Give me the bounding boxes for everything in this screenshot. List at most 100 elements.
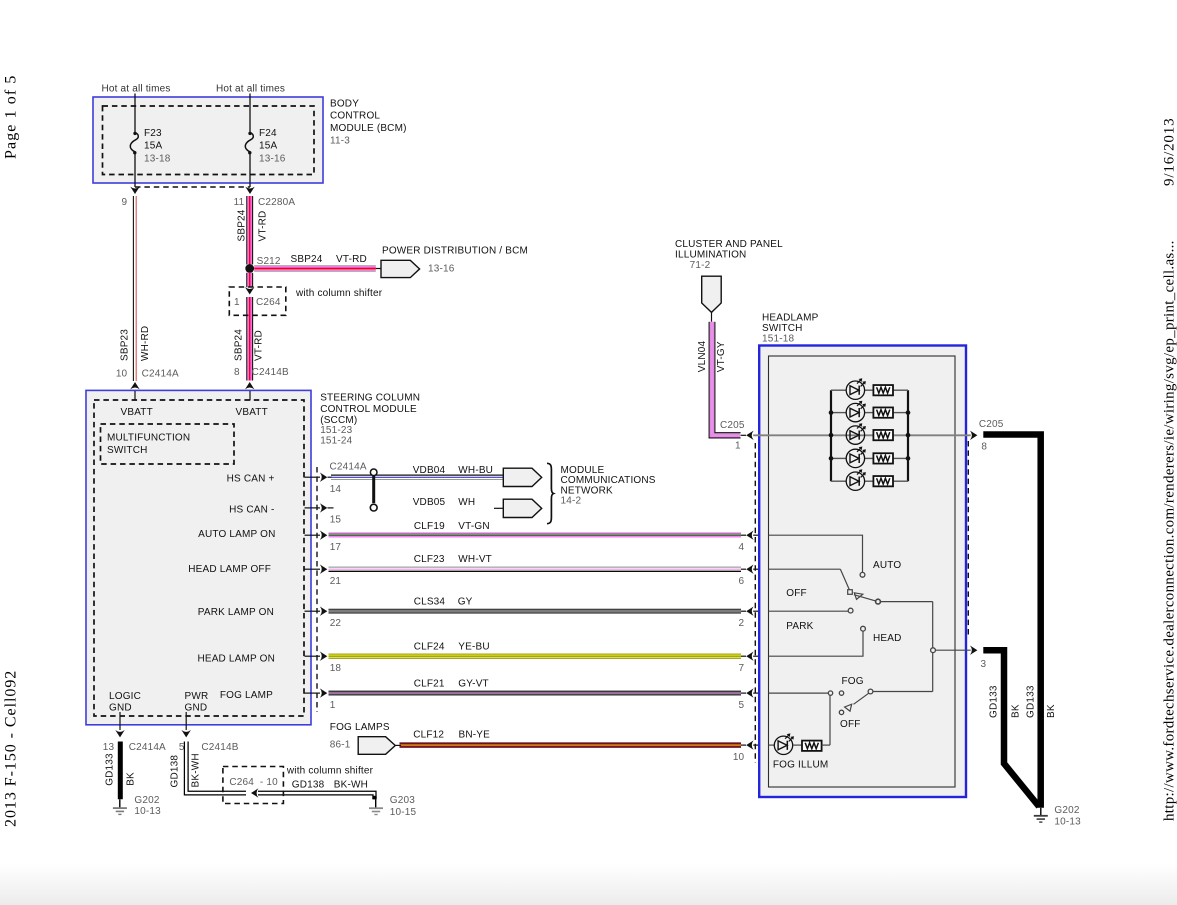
svg-text:151-18: 151-18 [762,334,794,345]
svg-text:BK: BK [1011,704,1022,718]
svg-text:10: 10 [116,368,128,379]
svg-text:VT-RD: VT-RD [336,254,367,265]
svg-text:LOGIC: LOGIC [109,691,141,702]
svg-text:GD138: GD138 [292,779,325,790]
svg-text:VT-RD: VT-RD [254,330,265,361]
svg-text:9: 9 [122,197,128,208]
svg-text:GND: GND [109,702,132,713]
svg-text:HEAD: HEAD [873,633,902,644]
svg-text:2013 F-150 - Cell092: 2013 F-150 - Cell092 [3,670,20,827]
svg-text:5: 5 [739,700,745,711]
svg-text:BN-YE: BN-YE [459,730,491,741]
svg-text:F24: F24 [259,128,277,139]
svg-text:CONTROL: CONTROL [330,111,380,122]
svg-text:86-1: 86-1 [330,740,351,751]
svg-text:YE-BU: YE-BU [458,642,489,653]
svg-text:GD138: GD138 [170,755,181,788]
svg-text:FOG LAMPS: FOG LAMPS [330,722,390,733]
svg-text:C264: C264 [256,297,281,308]
svg-text:14-2: 14-2 [561,496,582,507]
svg-text:OFF: OFF [840,719,861,730]
svg-text:G203: G203 [390,795,415,806]
svg-text:BK: BK [126,772,137,786]
svg-text:FOG: FOG [842,676,864,687]
svg-text:1: 1 [735,441,741,452]
svg-text:HEAD LAMP OFF: HEAD LAMP OFF [188,564,271,575]
svg-text:1: 1 [234,297,240,308]
svg-text:10-15: 10-15 [390,807,417,818]
svg-text:STEERING COLUMN: STEERING COLUMN [320,392,420,403]
svg-text:S212: S212 [257,256,281,267]
svg-text:HS CAN +: HS CAN + [227,474,275,485]
svg-text:AUTO LAMP ON: AUTO LAMP ON [198,529,275,540]
svg-text:VT-GN: VT-GN [458,521,489,532]
svg-text:Page 1 of 5: Page 1 of 5 [3,74,20,159]
svg-text:13: 13 [103,742,115,753]
svg-text:10: 10 [733,752,745,763]
svg-text:SWITCH: SWITCH [107,445,148,456]
svg-text:Hot at all times: Hot at all times [216,84,285,95]
svg-text:14: 14 [330,484,342,495]
svg-text:WH: WH [458,497,475,508]
svg-text:GD133: GD133 [1026,685,1037,718]
svg-text:13-18: 13-18 [144,153,171,164]
svg-text:GND: GND [185,702,208,713]
svg-text:GD133: GD133 [989,685,1000,718]
svg-text:CLUSTER AND PANEL: CLUSTER AND PANEL [675,239,783,250]
svg-text:15A: 15A [144,141,162,152]
svg-text:SBP24: SBP24 [291,254,323,265]
svg-text:13-16: 13-16 [428,263,455,274]
svg-text:G202: G202 [1054,805,1079,816]
svg-text:C2414A: C2414A [330,462,367,473]
svg-text:C2280A: C2280A [258,197,295,208]
svg-text:SWITCH: SWITCH [762,323,803,334]
svg-text:C2414A: C2414A [142,368,179,379]
svg-text:71-2: 71-2 [690,260,711,271]
svg-text:PARK LAMP ON: PARK LAMP ON [198,607,274,618]
svg-text:ILLUMINATION: ILLUMINATION [675,249,746,260]
svg-text:BK: BK [1046,704,1057,718]
svg-text:151-24: 151-24 [320,435,352,446]
svg-text:WH-VT: WH-VT [458,554,492,565]
svg-text:C264 - 10: C264 - 10 [229,777,278,788]
svg-text:CLF21: CLF21 [414,679,445,690]
svg-text:15: 15 [330,515,342,526]
svg-text:F23: F23 [144,128,162,139]
svg-text:CLF12: CLF12 [413,730,444,741]
svg-text:18: 18 [330,663,342,674]
svg-text:C2414B: C2414B [252,367,289,378]
svg-text:15A: 15A [259,141,277,152]
svg-text:9/16/2013: 9/16/2013 [1162,118,1177,187]
svg-text:17: 17 [330,542,342,553]
svg-text:CLF24: CLF24 [414,642,445,653]
svg-text:HS CAN -: HS CAN - [229,504,274,515]
svg-text:13-16: 13-16 [259,153,286,164]
svg-text:2: 2 [739,618,745,629]
svg-text:CLF23: CLF23 [414,554,445,565]
svg-text:POWER DISTRIBUTION / BCM: POWER DISTRIBUTION / BCM [382,245,528,256]
svg-text:1: 1 [330,700,336,711]
svg-text:VT-GY: VT-GY [716,341,727,372]
svg-text:with column shifter: with column shifter [295,288,383,299]
svg-text:C205: C205 [979,419,1004,430]
svg-text:BODY: BODY [330,98,359,109]
svg-text:11-3: 11-3 [330,136,350,147]
svg-text:WH-BU: WH-BU [458,465,493,476]
svg-text:GD133: GD133 [105,753,116,786]
svg-text:BK-WH: BK-WH [334,779,368,790]
svg-text:SBP24: SBP24 [234,329,245,361]
svg-text:VDB04: VDB04 [413,465,446,476]
svg-text:8: 8 [234,367,240,378]
svg-text:PWR: PWR [185,691,209,702]
svg-text:4: 4 [739,542,745,553]
svg-text:FOG ILLUM: FOG ILLUM [773,760,829,771]
svg-text:VBATT: VBATT [236,407,268,418]
svg-text:SBP24: SBP24 [236,209,247,241]
svg-text:WH-RD: WH-RD [140,326,151,361]
svg-text:C2414B: C2414B [201,742,238,753]
svg-text:8: 8 [981,442,987,453]
svg-text:CLF19: CLF19 [414,521,445,532]
svg-text:GY-VT: GY-VT [458,679,489,690]
svg-text:VT-RD: VT-RD [258,211,269,242]
svg-text:BK-WH: BK-WH [191,753,202,787]
